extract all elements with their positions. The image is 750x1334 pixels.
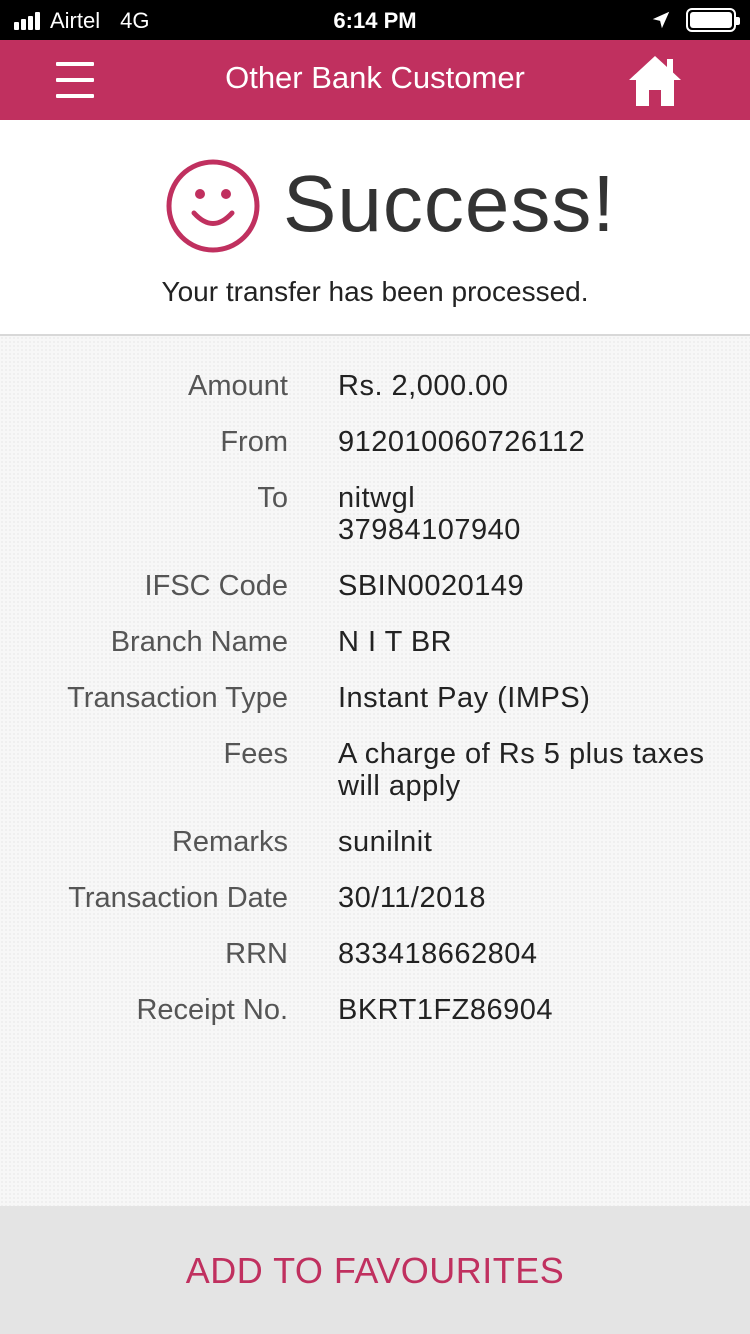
detail-value-line2: will apply [338,770,461,802]
detail-label: Fees [223,738,288,770]
detail-label: Amount [188,370,288,402]
detail-label: From [220,426,288,458]
detail-label: Transaction Date [68,882,288,914]
detail-value: A charge of Rs 5 plus taxes [338,738,705,770]
status-right [650,8,740,32]
detail-value: BKRT1FZ86904 [338,994,554,1026]
detail-value-line2: 37984107940 [338,514,521,546]
detail-value: 833418662804 [338,938,538,970]
smiley-icon [166,159,260,253]
success-banner: Success! Your transfer has been processe… [0,120,750,334]
status-bar: Airtel 4G 6:14 PM [0,0,750,40]
home-icon[interactable] [627,54,683,108]
success-title: Success! [283,159,616,248]
detail-label: Receipt No. [136,994,288,1026]
detail-label: Remarks [171,826,288,858]
detail-label: IFSC Code [144,570,288,602]
detail-label: To [257,482,288,514]
detail-value: 30/11/2018 [338,882,486,914]
detail-label: Branch Name [110,626,288,658]
detail-value: 912010060726112 [338,426,586,458]
detail-label: RRN [225,938,288,970]
detail-value: N I T BR [338,626,453,658]
detail-value: SBIN0020149 [338,570,525,602]
detail-value: sunilnit [338,826,433,858]
transaction-details: Amount Rs. 2,000.00 From 912010060726112… [0,336,750,1206]
battery-icon [686,8,740,32]
nav-bar: Other Bank Customer [0,40,750,120]
success-message: Your transfer has been processed. [161,276,589,307]
detail-value: Rs. 2,000.00 [338,370,509,402]
detail-value: Instant Pay (IMPS) [338,682,591,714]
detail-label: Transaction Type [67,682,288,714]
footer: ADD TO FAVOURITES [0,1206,750,1334]
location-arrow-icon [652,11,670,29]
status-time: 6:14 PM [333,8,417,33]
add-to-favourites-button[interactable]: ADD TO FAVOURITES [0,1250,750,1292]
detail-value: nitwgl [338,482,416,514]
